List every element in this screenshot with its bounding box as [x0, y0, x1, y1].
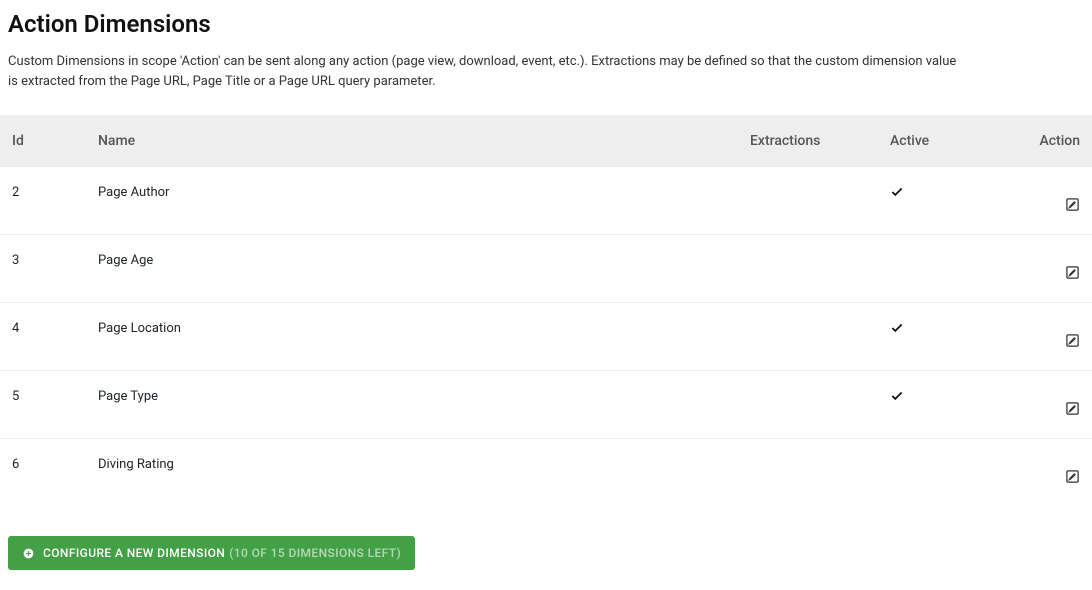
dimensions-table: Id Name Extractions Active Action 2Page …: [0, 115, 1092, 506]
cell-extractions: [742, 371, 882, 439]
cell-action: [1022, 303, 1092, 371]
cell-name: Page Location: [90, 303, 742, 371]
table-row: 6Diving Rating: [0, 439, 1092, 507]
header-extractions: Extractions: [742, 115, 882, 167]
table-row: 3Page Age: [0, 235, 1092, 303]
cell-id: 6: [0, 439, 90, 507]
cell-action: [1022, 371, 1092, 439]
header-name: Name: [90, 115, 742, 167]
cell-extractions: [742, 167, 882, 235]
table-row: 5Page Type: [0, 371, 1092, 439]
cell-name: Page Author: [90, 167, 742, 235]
header-active: Active: [882, 115, 1022, 167]
cell-active: [882, 235, 1022, 303]
check-icon: [890, 321, 904, 335]
cell-id: 4: [0, 303, 90, 371]
cell-id: 2: [0, 167, 90, 235]
configure-button-label: CONFIGURE A NEW DIMENSION: [43, 546, 225, 560]
check-icon: [890, 185, 904, 199]
cell-extractions: [742, 439, 882, 507]
cell-action: [1022, 235, 1092, 303]
cell-name: Diving Rating: [90, 439, 742, 507]
cell-name: Page Type: [90, 371, 742, 439]
plus-circle-icon: [22, 547, 35, 560]
cell-active: [882, 167, 1022, 235]
cell-action: [1022, 439, 1092, 507]
edit-icon[interactable]: [1065, 469, 1080, 484]
cell-active: [882, 439, 1022, 507]
cell-extractions: [742, 235, 882, 303]
check-icon: [890, 389, 904, 403]
edit-icon[interactable]: [1065, 401, 1080, 416]
configure-button-counter: (10 OF 15 DIMENSIONS LEFT): [229, 546, 401, 560]
header-id: Id: [0, 115, 90, 167]
edit-icon[interactable]: [1065, 333, 1080, 348]
edit-icon[interactable]: [1065, 197, 1080, 212]
table-row: 2Page Author: [0, 167, 1092, 235]
cell-active: [882, 303, 1022, 371]
configure-new-dimension-button[interactable]: CONFIGURE A NEW DIMENSION (10 OF 15 DIME…: [8, 536, 415, 570]
cell-id: 3: [0, 235, 90, 303]
page-description: Custom Dimensions in scope 'Action' can …: [8, 52, 958, 91]
cell-id: 5: [0, 371, 90, 439]
cell-extractions: [742, 303, 882, 371]
page-title: Action Dimensions: [8, 10, 1084, 38]
table-row: 4Page Location: [0, 303, 1092, 371]
cell-name: Page Age: [90, 235, 742, 303]
cell-action: [1022, 167, 1092, 235]
edit-icon[interactable]: [1065, 265, 1080, 280]
cell-active: [882, 371, 1022, 439]
header-action: Action: [1022, 115, 1092, 167]
